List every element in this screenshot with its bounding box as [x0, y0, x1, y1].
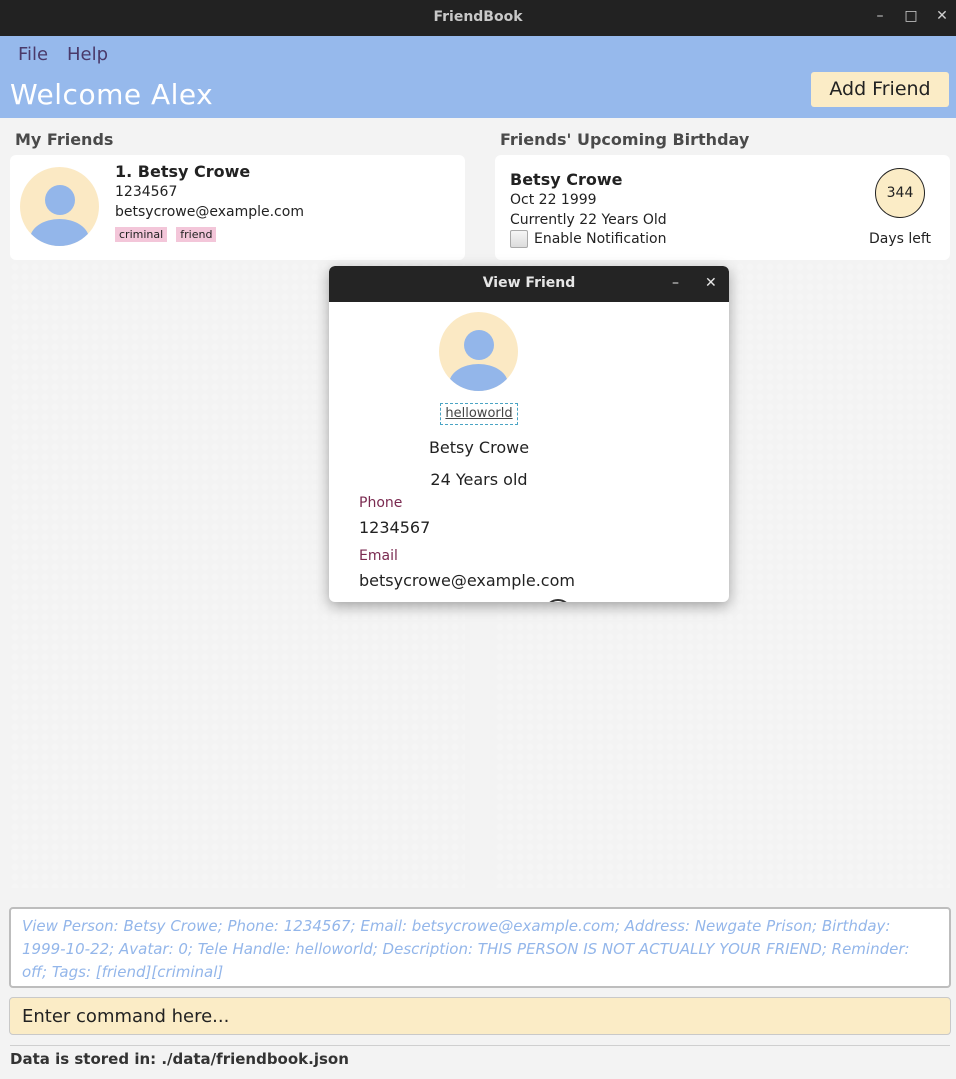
phone-label: Phone: [359, 495, 403, 511]
birthday-age: Currently 22 Years Old: [510, 212, 667, 228]
friend-name: 1. Betsy Crowe: [115, 162, 251, 181]
dialog-age: 24 Years old: [430, 470, 528, 489]
email-label: Email: [359, 548, 398, 564]
dialog-scroll-indicator: [544, 599, 572, 602]
days-left-label: Days left: [868, 231, 932, 247]
window-titlebar: FriendBook – □ ✕: [0, 0, 956, 36]
avatar: [20, 167, 99, 246]
notification-toggle[interactable]: Enable Notification: [510, 230, 666, 248]
status-divider: [10, 1045, 950, 1046]
command-input[interactable]: Enter command here...: [9, 997, 951, 1035]
view-friend-dialog: View Friend – ✕ helloworld Betsy Crowe 2…: [329, 266, 729, 602]
birthday-date: Oct 22 1999: [510, 192, 597, 208]
notification-label: Enable Notification: [534, 231, 667, 247]
dialog-minimize-icon[interactable]: –: [672, 275, 679, 291]
menu-help[interactable]: Help: [67, 44, 108, 65]
close-icon[interactable]: ✕: [933, 8, 951, 24]
result-display: View Person: Betsy Crowe; Phone: 1234567…: [9, 907, 951, 988]
app-header: File Help Welcome Alex Add Friend: [0, 36, 956, 118]
my-friends-title: My Friends: [15, 130, 114, 149]
welcome-text: Welcome Alex: [10, 78, 214, 111]
dialog-titlebar: View Friend – ✕: [329, 266, 729, 302]
tag-friend: friend: [176, 227, 217, 242]
dialog-name: Betsy Crowe: [428, 438, 530, 457]
phone-value: 1234567: [359, 518, 431, 537]
maximize-icon[interactable]: □: [902, 8, 920, 24]
upcoming-birthday-title: Friends' Upcoming Birthday: [500, 130, 750, 149]
dialog-avatar: [439, 312, 518, 391]
add-friend-button[interactable]: Add Friend: [811, 72, 949, 107]
dialog-title: View Friend: [482, 275, 576, 291]
friend-tags: criminal friend: [115, 223, 220, 242]
email-value: betsycrowe@example.com: [359, 571, 575, 590]
friend-card[interactable]: 1. Betsy Crowe 1234567 betsycrowe@exampl…: [10, 155, 465, 260]
window-title: FriendBook: [433, 9, 523, 25]
dialog-close-icon[interactable]: ✕: [705, 275, 717, 291]
tag-criminal: criminal: [115, 227, 168, 242]
tele-handle-link[interactable]: helloworld: [440, 403, 518, 425]
menu-file[interactable]: File: [18, 44, 48, 65]
notification-checkbox[interactable]: [510, 230, 528, 248]
days-left-badge: 344: [875, 168, 925, 218]
birthday-name: Betsy Crowe: [510, 170, 623, 189]
minimize-icon[interactable]: –: [871, 8, 889, 24]
friend-phone: 1234567: [115, 184, 178, 200]
status-bar: Data is stored in: ./data/friendbook.jso…: [10, 1050, 349, 1068]
friend-email: betsycrowe@example.com: [115, 204, 304, 220]
